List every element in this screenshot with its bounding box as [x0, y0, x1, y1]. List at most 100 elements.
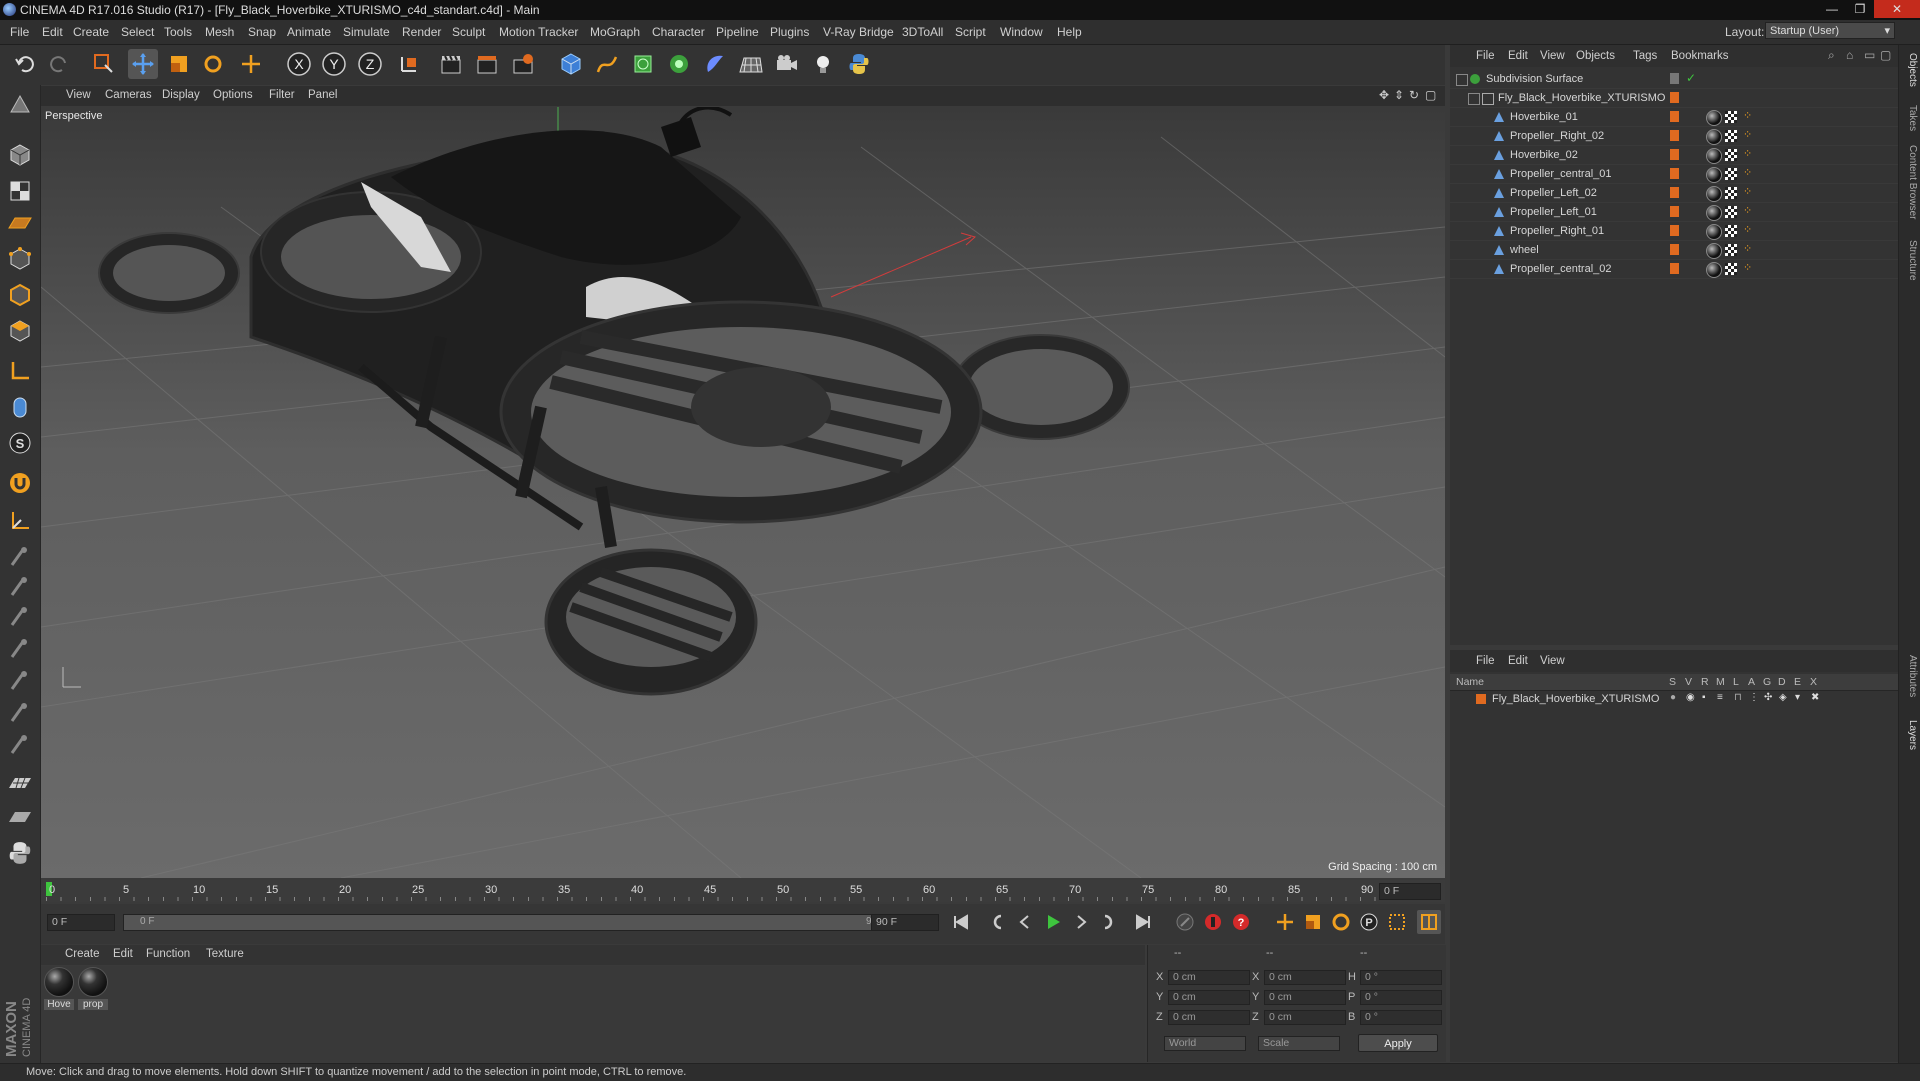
planar-workplane-button[interactable]	[3, 801, 37, 833]
menu-simulate[interactable]: Simulate	[343, 25, 390, 39]
phong-tag-icon[interactable]: ⁘	[1743, 261, 1752, 274]
add-spline-button[interactable]	[592, 49, 622, 79]
object-row[interactable]: Propeller_central_01 ⁘	[1450, 165, 1898, 184]
size-z-field[interactable]: 0 cm	[1264, 1010, 1346, 1025]
polygons-mode-button[interactable]	[3, 315, 37, 347]
position-z-field[interactable]: 0 cm	[1168, 1010, 1250, 1025]
add-deformer-button[interactable]	[700, 49, 730, 79]
key-position-button[interactable]	[1273, 910, 1297, 934]
add-light-button[interactable]	[808, 49, 838, 79]
viewport-menu-options[interactable]: Options	[213, 89, 253, 101]
position-x-field[interactable]: 0 cm	[1168, 970, 1250, 985]
manager-toggle-icon[interactable]: ≡	[1717, 692, 1723, 703]
scale-tool-button[interactable]	[164, 49, 194, 79]
uvw-tag-icon[interactable]	[1725, 244, 1737, 256]
menu-sculpt[interactable]: Sculpt	[452, 25, 485, 39]
uvw-tag-icon[interactable]	[1725, 130, 1737, 142]
tab-attributes[interactable]: Attributes	[1902, 655, 1918, 697]
material-menu-function[interactable]: Function	[146, 948, 190, 960]
material-tag-icon[interactable]	[1706, 110, 1722, 126]
phong-tag-icon[interactable]: ⁘	[1743, 185, 1752, 198]
locked-workplane-button[interactable]	[3, 767, 37, 799]
texture-mode-button[interactable]	[3, 175, 37, 207]
workplane-mode-button[interactable]	[3, 207, 37, 239]
add-cube-button[interactable]	[556, 49, 586, 79]
object-row[interactable]: Fly_Black_Hoverbike_XTURISMO	[1450, 89, 1898, 108]
material-tag-icon[interactable]	[1706, 148, 1722, 164]
preview-range-slider[interactable]: 0 F 90 F	[123, 914, 903, 931]
sculpt-tool-7-button[interactable]	[3, 729, 37, 761]
tab-content-browser[interactable]: Content Browser	[1902, 145, 1918, 219]
layer-color-swatch[interactable]	[1476, 694, 1486, 704]
menu-vray-bridge[interactable]: V-Ray Bridge	[823, 25, 894, 39]
sculpt-tool-5-button[interactable]	[3, 665, 37, 697]
viewport-rotate-icon[interactable]: ↻	[1409, 88, 1419, 102]
new-view-icon[interactable]: ▭	[1864, 48, 1875, 62]
uvw-tag-icon[interactable]	[1725, 168, 1737, 180]
uvw-tag-icon[interactable]	[1725, 225, 1737, 237]
move-tool-button[interactable]	[128, 49, 158, 79]
timeline-ruler[interactable]: 0 5 10 15 20 25 30 35 40 45 50 55 60 65 …	[41, 880, 1445, 902]
redo-button[interactable]	[44, 49, 74, 79]
viewport-maximize-icon[interactable]: ▢	[1425, 88, 1436, 102]
rotation-b-field[interactable]: 0 °	[1360, 1010, 1442, 1025]
object-row[interactable]: Propeller_Right_02 ⁘	[1450, 127, 1898, 146]
menu-render[interactable]: Render	[402, 25, 441, 39]
previous-key-button[interactable]	[985, 910, 1009, 934]
apply-button[interactable]: Apply	[1358, 1034, 1438, 1052]
menu-snap[interactable]: Snap	[248, 25, 276, 39]
material-menu-create[interactable]: Create	[65, 948, 100, 960]
edges-mode-button[interactable]	[3, 279, 37, 311]
position-y-field[interactable]: 0 cm	[1168, 990, 1250, 1005]
viewport-menu-cameras[interactable]: Cameras	[105, 89, 152, 101]
viewport-menu-view[interactable]: View	[66, 89, 91, 101]
layout-select[interactable]: Startup (User) ▾	[1765, 22, 1895, 39]
python-script-button[interactable]	[844, 49, 874, 79]
tweak-mode-button[interactable]	[3, 391, 37, 423]
expression-toggle-icon[interactable]: ▾	[1795, 692, 1800, 703]
key-rotation-button[interactable]	[1329, 910, 1353, 934]
om-menu-tags[interactable]: Tags	[1633, 50, 1657, 62]
render-settings-button[interactable]	[508, 49, 538, 79]
record-active-button[interactable]	[1201, 910, 1225, 934]
object-row[interactable]: Hoverbike_02 ⁘	[1450, 146, 1898, 165]
render-toggle-icon[interactable]: ▪	[1702, 692, 1706, 703]
close-button[interactable]: ✕	[1874, 0, 1920, 18]
object-row[interactable]: Hoverbike_01 ⁘	[1450, 108, 1898, 127]
menu-edit[interactable]: Edit	[42, 25, 63, 39]
menu-script[interactable]: Script	[955, 25, 986, 39]
home-icon[interactable]: ⌂	[1846, 48, 1853, 62]
lm-menu-view[interactable]: View	[1540, 655, 1565, 667]
live-selection-button[interactable]	[88, 49, 118, 79]
add-generator-button[interactable]	[628, 49, 658, 79]
deformer-toggle-icon[interactable]: ◈	[1779, 692, 1787, 703]
current-frame-field[interactable]: 0 F	[1379, 883, 1441, 900]
menu-select[interactable]: Select	[121, 25, 154, 39]
object-row[interactable]: Propeller_Right_01 ⁘	[1450, 222, 1898, 241]
om-menu-view[interactable]: View	[1540, 50, 1565, 62]
add-environment-button[interactable]	[736, 49, 766, 79]
om-menu-bookmarks[interactable]: Bookmarks	[1671, 50, 1729, 62]
layer-row[interactable]: Fly_Black_Hoverbike_XTURISMO ● ◉ ▪ ≡ ⊓ ⋮…	[1450, 691, 1898, 708]
next-key-button[interactable]	[1097, 910, 1121, 934]
size-x-field[interactable]: 0 cm	[1264, 970, 1346, 985]
points-mode-button[interactable]	[3, 243, 37, 275]
rotate-tool-button[interactable]	[198, 49, 228, 79]
material-tag-icon[interactable]	[1706, 224, 1722, 240]
model-mode-button[interactable]	[3, 139, 37, 171]
sculpt-tool-6-button[interactable]	[3, 697, 37, 729]
python-console-button[interactable]	[3, 837, 37, 869]
phong-tag-icon[interactable]: ⁘	[1743, 223, 1752, 236]
phong-tag-icon[interactable]: ⁘	[1743, 147, 1752, 160]
lm-menu-edit[interactable]: Edit	[1508, 655, 1528, 667]
material-tag-icon[interactable]	[1706, 243, 1722, 259]
material-tag-icon[interactable]	[1706, 205, 1722, 221]
phong-tag-icon[interactable]: ⁘	[1743, 128, 1752, 141]
tab-layers[interactable]: Layers	[1902, 720, 1918, 750]
material-tag-icon[interactable]	[1706, 129, 1722, 145]
menu-tools[interactable]: Tools	[164, 25, 192, 39]
previous-frame-button[interactable]	[1013, 910, 1037, 934]
minimize-button[interactable]: —	[1818, 0, 1846, 18]
3d-viewport[interactable]: Perspective Grid Spacing : 100 cm	[41, 107, 1445, 878]
size-y-field[interactable]: 0 cm	[1264, 990, 1346, 1005]
